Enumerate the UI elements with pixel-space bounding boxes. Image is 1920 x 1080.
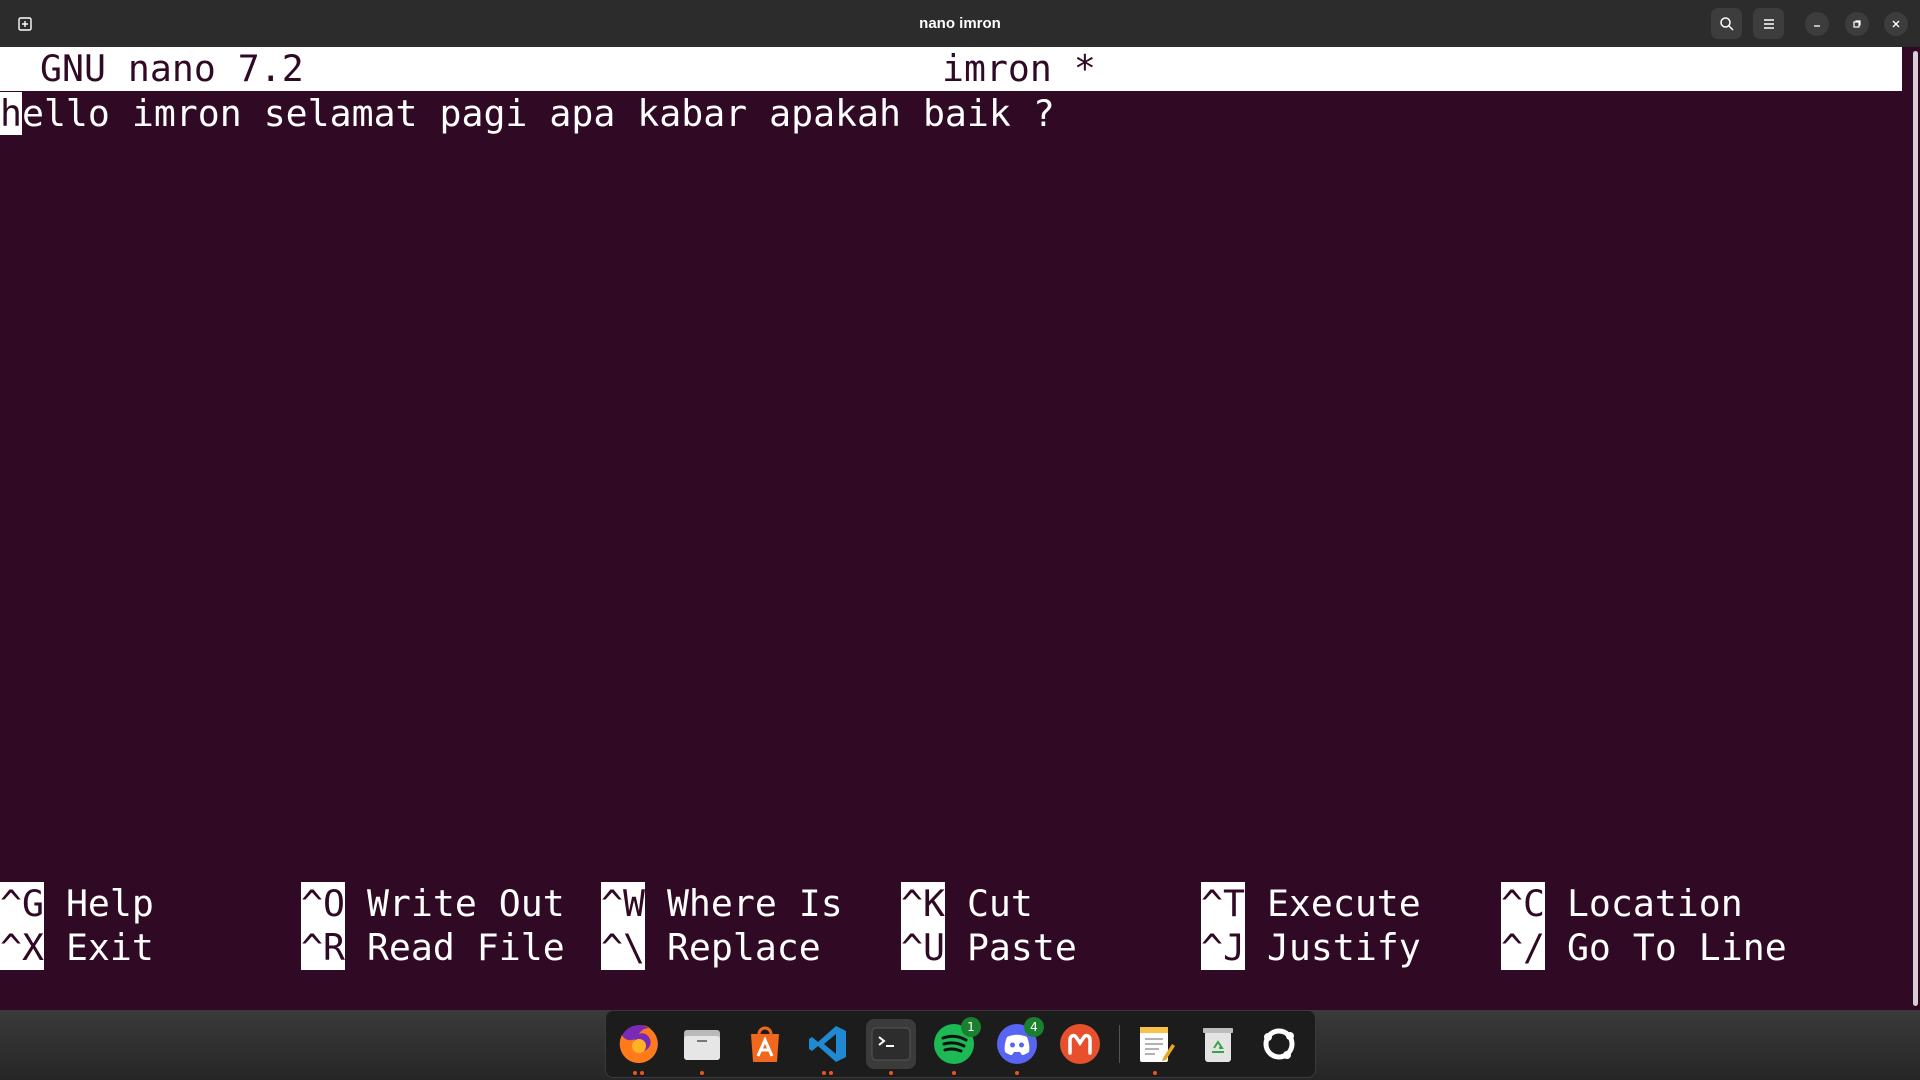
shortcut-key: ^U [901,926,945,970]
search-button[interactable] [1711,8,1742,39]
text-cursor: h [0,92,22,135]
shortcut-help[interactable]: ^G Help [0,882,154,926]
shortcut-label: Exit [65,926,154,969]
editor-line[interactable]: hello imron selamat pagi apa kabar apaka… [0,92,1055,136]
text-editor-icon [1140,1027,1175,1062]
running-indicator [1015,1071,1019,1075]
shortcut-label: Paste [966,926,1077,969]
dock-app-center[interactable] [740,1019,790,1069]
show-apps-icon [1263,1028,1295,1060]
running-indicator [952,1071,956,1075]
dock-spotify[interactable]: 1 [929,1017,981,1075]
menu-button[interactable] [1753,8,1784,39]
shortcut-label: Go To Line [1566,926,1787,969]
shortcut-exit[interactable]: ^X Exit [0,926,154,970]
app-center-icon [751,1026,779,1062]
running-indicator [700,1071,704,1075]
shortcut-row-1: ^G Help ^O Write Out ^W Where Is ^K Cut … [0,882,1910,926]
editor-line-text: ello imron selamat pagi apa kabar apakah… [21,92,1055,135]
scrollbar-thumb[interactable] [1913,51,1918,1006]
shortcut-label: Justify [1266,926,1421,969]
mendeley-icon [1060,1024,1100,1064]
search-icon [1719,16,1734,31]
shortcut-row-2: ^X Exit ^R Read File ^\ Replace ^U Paste… [0,926,1910,970]
dock-show-apps[interactable] [1254,1019,1304,1069]
dock-files[interactable] [677,1019,727,1075]
minimize-button[interactable] [1805,12,1829,36]
shortcut-label: Replace [666,926,821,969]
shortcut-key: ^G [0,882,44,926]
notification-badge: 4 [1024,1017,1044,1037]
dock-text-editor[interactable] [1130,1019,1180,1075]
running-indicator [633,1071,637,1075]
dock-vscode[interactable] [803,1019,853,1075]
shortcut-key: ^R [301,926,345,970]
shortcut-paste[interactable]: ^U Paste [901,926,1077,970]
shortcut-label: Cut [966,882,1033,925]
shortcut-label: Write Out [366,882,565,925]
shortcut-key: ^W [601,882,645,926]
shortcut-location[interactable]: ^C Location [1501,882,1743,926]
nano-version: GNU nano 7.2 [40,47,304,90]
shortcut-key: ^X [0,926,44,970]
shortcut-execute[interactable]: ^T Execute [1201,882,1421,926]
shortcut-label: Read File [366,926,565,969]
shortcut-write-out[interactable]: ^O Write Out [301,882,565,926]
terminal-view[interactable]: GNU nano 7.2 imron * hello imron selamat… [0,47,1910,1010]
shortcut-label: Location [1566,882,1743,925]
restore-icon [1853,20,1861,28]
running-indicator [640,1071,644,1075]
shortcut-justify[interactable]: ^J Justify [1201,926,1421,970]
shortcut-key: ^O [301,882,345,926]
shortcut-key: ^C [1501,882,1545,926]
shortcut-label: Execute [1266,882,1421,925]
trash-icon [1203,1028,1233,1062]
restore-button[interactable] [1845,12,1869,36]
running-indicator [1153,1071,1157,1075]
close-button[interactable] [1884,12,1908,36]
dock-firefox[interactable] [614,1019,664,1075]
dock-trash[interactable] [1193,1019,1243,1069]
terminal-icon [871,1027,911,1061]
vscode-icon [809,1026,846,1062]
dock-discord[interactable]: 4 [992,1017,1044,1075]
nano-filename: imron * [942,47,1096,90]
shortcut-label: Help [65,882,154,925]
shortcut-where-is[interactable]: ^W Where Is [601,882,843,926]
shortcut-key: ^T [1201,882,1245,926]
terminal-scrollbar[interactable] [1910,47,1920,1010]
dock: 1 4 [605,1010,1316,1078]
notification-badge: 1 [961,1017,981,1037]
firefox-icon [619,1025,658,1063]
running-indicator [889,1071,893,1075]
shortcut-cut[interactable]: ^K Cut [901,882,1033,926]
shortcut-go-to-line[interactable]: ^/ Go To Line [1501,926,1787,970]
title-bar: nano imron [0,0,1920,47]
dock-separator [1119,1025,1120,1063]
shortcut-label: Where Is [666,882,843,925]
shortcut-replace[interactable]: ^\ Replace [601,926,821,970]
dock-terminal[interactable] [866,1019,916,1075]
shortcut-key: ^/ [1501,926,1545,970]
files-icon [684,1030,720,1060]
dock-mendeley[interactable] [1055,1019,1105,1069]
shortcut-key: ^J [1201,926,1245,970]
nano-header-bar: GNU nano 7.2 imron * [0,47,1902,91]
close-icon [1892,20,1900,28]
shortcut-key: ^\ [601,926,645,970]
shortcut-key: ^K [901,882,945,926]
minimize-icon [1814,25,1820,27]
hamburger-menu-icon [1763,18,1774,29]
shortcut-read-file[interactable]: ^R Read File [301,926,565,970]
running-indicator [822,1071,826,1075]
running-indicator [829,1071,833,1075]
window-title: nano imron [919,15,1001,32]
